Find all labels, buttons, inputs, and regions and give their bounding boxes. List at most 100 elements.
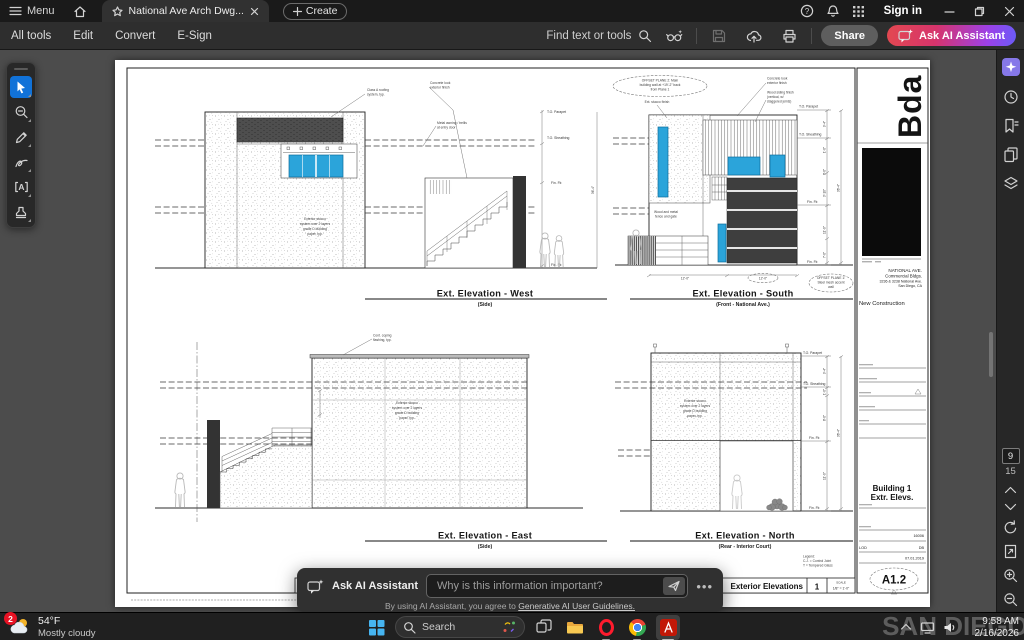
upload-cloud-button[interactable] [741, 25, 767, 47]
layers-icon [1003, 176, 1019, 191]
svg-text:Fin. Flr.: Fin. Flr. [807, 200, 818, 204]
home-button[interactable] [64, 0, 96, 22]
folder-icon [566, 620, 584, 635]
rotate-page-button[interactable] [1003, 520, 1018, 535]
total-pages-label: 15 [1005, 466, 1016, 477]
print-button[interactable] [776, 25, 802, 47]
search-icon [638, 29, 652, 43]
sign-tool[interactable] [10, 151, 32, 173]
svg-text:Concrete look: Concrete look [767, 77, 788, 81]
document-page[interactable]: T.O. Parapet T.O. Sheathing Fin. Flr. Fi… [115, 60, 930, 607]
menu-edit[interactable]: Edit [62, 30, 104, 42]
svg-text:Ext. Elevation - South: Ext. Elevation - South [692, 289, 793, 299]
svg-text:Cont. coping: Cont. coping [373, 334, 392, 338]
select-tool[interactable] [10, 76, 32, 98]
save-button[interactable] [706, 25, 732, 47]
quick-tools-palette: A [6, 62, 36, 228]
svg-text:36'-4": 36'-4" [837, 184, 841, 192]
next-page-button[interactable] [1004, 503, 1017, 511]
menu-all-tools[interactable]: All tools [0, 30, 62, 42]
svg-text:16006: 16006 [913, 534, 924, 538]
svg-text:8'-0": 8'-0" [823, 415, 827, 421]
svg-text:building wall at +19'-2" back: building wall at +19'-2" back [640, 83, 681, 87]
zoom-in-button[interactable] [1003, 568, 1018, 583]
ai-question-input[interactable] [426, 574, 688, 598]
menu-esign[interactable]: E-Sign [166, 30, 223, 42]
taskbar-search[interactable]: Search [395, 616, 525, 638]
task-view-button[interactable] [532, 615, 556, 640]
date-label: 2/16/2026 [975, 628, 1020, 640]
fit-page-button[interactable] [1003, 544, 1018, 559]
tab-close-icon[interactable] [250, 7, 259, 16]
elevation-south-drawing: Wood and metal fence and gate OFFSET PLA… [613, 76, 853, 309]
svg-text:9'-4": 9'-4" [823, 368, 827, 374]
zoom-out-button[interactable] [1003, 592, 1018, 607]
create-button[interactable]: Create [283, 3, 348, 20]
svg-text:Exterior stucco: Exterior stucco [684, 399, 706, 403]
svg-text:Ext. Elevation - East: Ext. Elevation - East [438, 531, 532, 541]
svg-text:7'-0": 7'-0" [823, 252, 827, 258]
stamp-tool[interactable] [10, 201, 32, 223]
weather-widget[interactable]: 2 54°F Mostly cloudy [8, 615, 96, 639]
document-tab[interactable]: National Ave Arch Dwg... [102, 0, 269, 22]
network-icon[interactable] [920, 621, 935, 634]
home-icon [73, 5, 87, 18]
opera-icon [598, 619, 615, 636]
layers-panel-button[interactable] [1003, 176, 1019, 191]
chrome-browser-button[interactable] [625, 615, 649, 640]
svg-text:flashing, typ.: flashing, typ. [373, 338, 392, 342]
restore-button[interactable] [964, 0, 994, 22]
file-explorer-button[interactable] [563, 615, 587, 640]
zoom-tool[interactable] [10, 101, 32, 123]
signature-squiggle-icon [14, 156, 29, 169]
svg-text:T = Tempered Glass: T = Tempered Glass [803, 564, 833, 568]
start-button[interactable] [364, 615, 388, 640]
draw-tool[interactable] [10, 126, 32, 148]
stamp-icon [14, 205, 28, 219]
minimize-button[interactable] [934, 0, 964, 22]
find-text-button[interactable]: Find text or tools [546, 29, 652, 43]
svg-text:DB: DB [919, 546, 925, 550]
ai-send-button[interactable] [663, 577, 685, 595]
bookmarks-panel-button[interactable] [1003, 118, 1019, 134]
svg-text:exterior finish: exterior finish [767, 81, 787, 85]
ai-assistant-panel-button[interactable] [1002, 58, 1020, 76]
send-icon [668, 580, 680, 592]
opera-browser-button[interactable] [594, 615, 618, 640]
help-button[interactable]: ? [794, 0, 820, 22]
sign-in-button[interactable]: Sign in [884, 5, 922, 17]
current-page-box[interactable]: 9 [1002, 448, 1020, 464]
share-button[interactable]: Share [821, 25, 878, 46]
menu-convert[interactable]: Convert [104, 30, 166, 42]
add-text-tool[interactable]: A [10, 176, 32, 198]
ai-guidelines-link[interactable]: Generative AI User Guidelines. [518, 601, 635, 611]
apps-grid-button[interactable] [846, 0, 872, 22]
tray-chevron-up-icon[interactable] [900, 623, 912, 631]
palette-drag-handle[interactable] [14, 68, 28, 70]
taskbar-clock[interactable]: 9:58 AM 2/16/2026 [975, 616, 1020, 640]
svg-text:SCALE: SCALE [836, 581, 846, 585]
svg-text:(Front - National Ave.): (Front - National Ave.) [716, 302, 770, 308]
apps-grid-icon [852, 5, 865, 18]
history-panel-button[interactable] [1003, 89, 1019, 105]
add-text-icon: A [14, 180, 29, 194]
hamburger-icon [9, 6, 22, 16]
ai-more-options-button[interactable]: ••• [696, 579, 713, 594]
vertical-scrollbar-thumb[interactable] [989, 332, 993, 377]
acrobat-app-button[interactable] [656, 615, 680, 640]
ai-summary-button[interactable] [661, 25, 687, 47]
ask-ai-assistant-button[interactable]: Ask AI Assistant [887, 25, 1016, 46]
svg-text:at entry door: at entry door [437, 126, 456, 130]
search-highlights-icon [502, 620, 517, 634]
notifications-button[interactable] [820, 0, 846, 22]
task-view-icon [536, 619, 553, 635]
svg-text:exterior finish: exterior finish [430, 86, 450, 90]
previous-page-button[interactable] [1004, 486, 1017, 494]
svg-text:system over 2 layers: system over 2 layers [392, 406, 423, 410]
volume-icon[interactable] [943, 621, 958, 634]
svg-text:NATIONAL AVE.: NATIONAL AVE. [888, 268, 922, 273]
menu-button[interactable]: Menu [0, 0, 64, 22]
close-icon [1004, 6, 1015, 17]
close-button[interactable] [994, 0, 1024, 22]
page-thumbnails-button[interactable] [1003, 147, 1019, 163]
